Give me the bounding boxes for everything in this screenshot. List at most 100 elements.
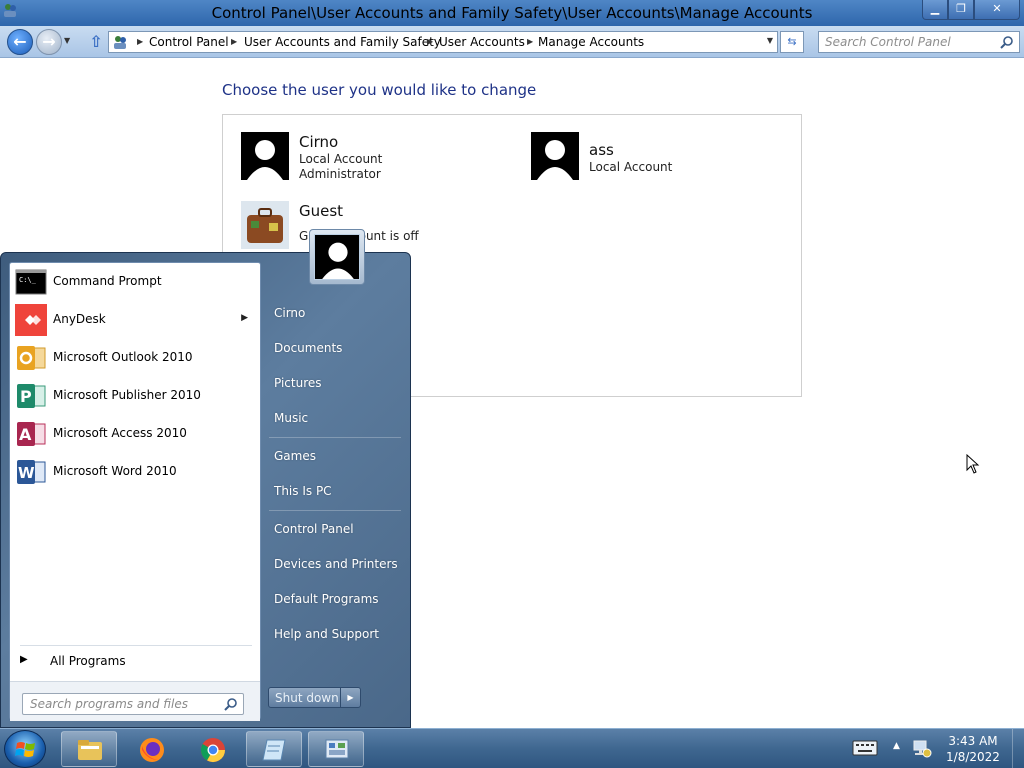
control-panel-icon	[114, 36, 126, 49]
taskbar-firefox[interactable]	[123, 731, 179, 767]
search-icon[interactable]	[224, 697, 238, 711]
separator	[269, 437, 401, 438]
start-item-devices-printers[interactable]: Devices and Printers	[274, 557, 398, 571]
start-search-box[interactable]	[22, 693, 244, 715]
start-item-help-support[interactable]: Help and Support	[274, 627, 379, 641]
start-button[interactable]	[4, 730, 46, 768]
system-clock[interactable]: 3:43 AM 1/8/2022	[942, 733, 1004, 765]
refresh-button[interactable]: ⇆	[780, 31, 804, 53]
triangle-right-icon: ▶	[20, 654, 28, 665]
chrome-icon	[200, 738, 225, 763]
taskbar: ▲ 3:43 AM 1/8/2022	[0, 728, 1024, 768]
address-bar[interactable]: ▶ Control Panel ▶ User Accounts and Fami…	[108, 31, 778, 53]
program-outlook[interactable]: Microsoft Outlook 2010	[13, 340, 258, 376]
program-publisher[interactable]: P Microsoft Publisher 2010	[13, 378, 258, 414]
account-type: Local Account	[589, 160, 673, 174]
clock-time: 3:43 AM	[948, 734, 998, 748]
program-access[interactable]: A Microsoft Access 2010	[13, 416, 258, 452]
account-name: Cirno	[299, 133, 339, 151]
outlook-icon	[17, 346, 46, 370]
search-input[interactable]	[825, 35, 995, 49]
breadcrumb-manage-accounts[interactable]: Manage Accounts	[538, 35, 644, 49]
user-avatar-icon	[241, 132, 289, 180]
back-button[interactable]: ←	[7, 29, 33, 55]
navigation-bar: ← → ▼ ⇧ ▶ Control Panel ▶ User Accounts …	[0, 26, 1024, 58]
search-icon[interactable]	[1000, 35, 1014, 49]
mouse-cursor-icon	[966, 454, 980, 474]
file-explorer-icon	[78, 740, 102, 760]
shutdown-button[interactable]: Shut down ▶	[268, 687, 361, 708]
start-item-control-panel[interactable]: Control Panel	[274, 522, 354, 536]
windows-logo-icon	[15, 742, 35, 757]
keyboard-icon[interactable]	[852, 739, 878, 757]
start-item-games[interactable]: Games	[274, 449, 316, 463]
breadcrumb-separator-icon[interactable]: ▶	[427, 37, 433, 46]
control-panel-icon	[325, 739, 349, 759]
account-role: Administrator	[299, 167, 381, 181]
program-label: Microsoft Publisher 2010	[53, 388, 201, 402]
breadcrumb-separator-icon[interactable]: ▶	[137, 37, 143, 46]
taskbar-chrome[interactable]	[184, 731, 240, 767]
anydesk-icon	[15, 304, 47, 336]
forward-button[interactable]: →	[36, 29, 62, 55]
start-item-pictures[interactable]: Pictures	[274, 376, 322, 390]
submenu-arrow-icon[interactable]: ▶	[241, 313, 248, 323]
up-arrow-icon[interactable]: ⇧	[88, 32, 104, 51]
program-label: Microsoft Word 2010	[53, 464, 177, 478]
breadcrumb-control-panel[interactable]: Control Panel	[149, 35, 229, 49]
word-icon: W	[17, 460, 46, 484]
start-menu-programs-pane: C:\_ Command Prompt AnyDesk ▶ Microsoft …	[9, 262, 261, 721]
start-item-computer[interactable]: This Is PC	[274, 484, 332, 498]
shutdown-options-arrow-icon[interactable]: ▶	[340, 688, 360, 707]
start-menu: C:\_ Command Prompt AnyDesk ▶ Microsoft …	[0, 229, 411, 728]
publisher-icon: P	[17, 384, 46, 408]
search-box[interactable]	[818, 31, 1020, 53]
program-label: Microsoft Access 2010	[53, 426, 187, 440]
close-button[interactable]: ✕	[974, 0, 1020, 20]
taskbar-control-panel[interactable]	[308, 731, 364, 767]
svg-text:P: P	[20, 387, 32, 406]
svg-text:W: W	[18, 464, 35, 482]
program-label: Microsoft Outlook 2010	[53, 350, 193, 364]
page-title: Choose the user you would like to change	[222, 81, 537, 99]
program-anydesk[interactable]: AnyDesk ▶	[13, 302, 258, 338]
separator	[269, 510, 401, 511]
program-label: AnyDesk	[53, 312, 106, 326]
all-programs-label: All Programs	[50, 654, 126, 668]
account-cirno[interactable]: Cirno Local Account Administrator	[241, 132, 461, 182]
shutdown-label: Shut down	[275, 691, 339, 705]
svg-text:C:\_: C:\_	[19, 276, 37, 284]
start-item-documents[interactable]: Documents	[274, 341, 342, 355]
program-label: Command Prompt	[53, 274, 162, 288]
taskbar-file-explorer[interactable]	[61, 731, 117, 767]
address-dropdown-icon[interactable]: ▼	[767, 36, 773, 45]
start-item-default-programs[interactable]: Default Programs	[274, 592, 379, 606]
account-name: ass	[589, 141, 614, 159]
maximize-button[interactable]: ❐	[948, 0, 974, 20]
program-word[interactable]: W Microsoft Word 2010	[13, 454, 258, 490]
show-hidden-icons-icon[interactable]: ▲	[893, 741, 900, 751]
show-desktop-button[interactable]	[1012, 729, 1024, 768]
account-ass[interactable]: ass Local Account	[531, 132, 751, 182]
network-icon[interactable]	[912, 738, 932, 758]
access-icon: A	[17, 422, 46, 446]
breadcrumb-separator-icon[interactable]: ▶	[527, 37, 533, 46]
breadcrumb-separator-icon[interactable]: ▶	[231, 37, 237, 46]
program-command-prompt[interactable]: C:\_ Command Prompt	[13, 264, 258, 300]
minimize-button[interactable]: ▁	[922, 0, 948, 20]
window-title: Control Panel\User Accounts and Family S…	[211, 4, 813, 22]
all-programs-button[interactable]: ▶ All Programs	[18, 651, 252, 673]
recent-pages-dropdown-icon[interactable]: ▼	[64, 36, 70, 45]
user-picture-tile[interactable]	[309, 229, 365, 285]
separator	[20, 645, 252, 646]
start-item-user[interactable]: Cirno	[274, 306, 305, 320]
start-item-music[interactable]: Music	[274, 411, 308, 425]
breadcrumb-user-accounts[interactable]: User Accounts	[439, 35, 525, 49]
svg-text:A: A	[19, 425, 32, 444]
start-search-input[interactable]	[30, 697, 215, 711]
breadcrumb-user-accounts-family-safety[interactable]: User Accounts and Family Safety	[244, 35, 441, 49]
start-search-area	[10, 681, 260, 721]
notepad-icon	[262, 739, 286, 761]
firefox-icon	[140, 738, 164, 762]
taskbar-notepad[interactable]	[246, 731, 302, 767]
